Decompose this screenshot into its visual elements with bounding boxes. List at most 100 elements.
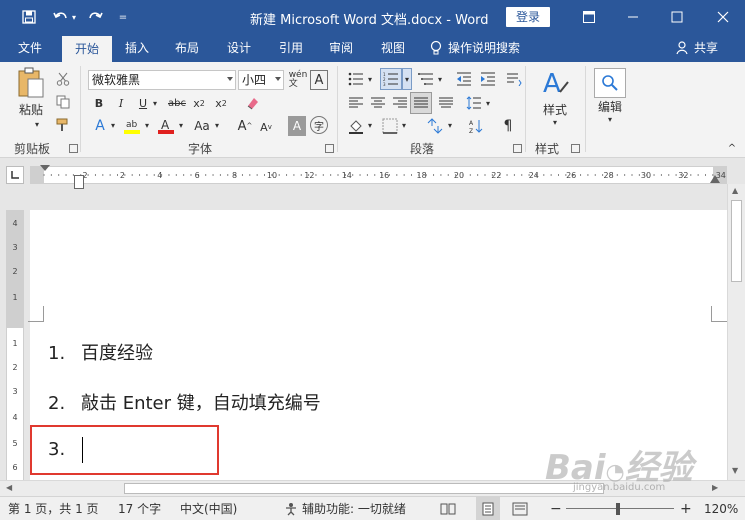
tab-view[interactable]: 视图 [372,34,414,62]
font-launcher-icon[interactable] [325,144,334,153]
highlight-color-icon[interactable]: ab [122,116,142,136]
vertical-scroll-thumb[interactable] [731,200,742,282]
font-name-combo[interactable]: 微软雅黑 [88,70,236,90]
increase-indent-icon[interactable] [478,70,498,88]
line-spacing-icon[interactable] [464,94,484,112]
text-effects-dropdown-icon[interactable]: ▾ [109,120,117,130]
sort-chinese-icon[interactable] [424,116,446,136]
clipboard-launcher-icon[interactable] [69,144,78,153]
numbering-icon[interactable]: 123 [380,68,402,90]
zoom-level[interactable]: 120% [704,497,738,520]
font-size-combo[interactable]: 小四 [238,70,284,90]
tab-home[interactable]: 开始 [62,36,112,62]
sort-icon[interactable]: AZ [466,116,486,136]
styles-button[interactable]: A 样式 ▾ [533,68,577,127]
paste-button[interactable]: 粘贴 [12,66,50,118]
redo-icon[interactable] [84,7,106,27]
change-case-dropdown-icon[interactable]: ▾ [213,120,221,130]
ribbon-display-options-icon[interactable] [566,0,611,34]
format-painter-icon[interactable] [54,116,72,134]
print-layout-icon[interactable] [476,497,500,520]
language-status[interactable]: 中文(中国) [180,497,237,520]
scroll-right-icon[interactable]: ▶ [712,483,718,492]
strikethrough-icon[interactable]: abc [166,94,188,112]
shading-icon[interactable] [346,116,366,136]
text-effects-icon[interactable]: A [91,116,109,136]
underline-icon[interactable]: U [135,94,151,112]
list-item[interactable]: 1. 百度经验 [48,339,153,365]
multilevel-dropdown-icon[interactable]: ▾ [436,74,444,84]
tab-review[interactable]: 审阅 [320,34,362,62]
distribute-icon[interactable] [436,94,456,112]
shrink-font-icon[interactable]: Av [258,118,274,136]
clear-formatting-icon[interactable] [242,94,262,112]
list-item[interactable]: 2. 敲击 Enter 键，自动填充编号 [48,389,321,415]
enclose-characters-icon[interactable]: 字 [310,116,328,134]
scroll-up-icon[interactable]: ▲ [732,186,738,195]
tab-file[interactable]: 文件 [6,34,54,62]
read-mode-icon[interactable] [440,497,456,520]
web-layout-icon[interactable] [512,497,528,520]
tab-selector[interactable] [6,166,24,184]
sort-chinese-dropdown-icon[interactable]: ▾ [446,120,454,130]
zoom-slider-thumb[interactable] [616,503,620,515]
bullets-dropdown-icon[interactable]: ▾ [366,74,374,84]
vertical-scrollbar[interactable]: ▲ ▼ [727,184,745,480]
page-count[interactable]: 第 1 页，共 1 页 [8,497,99,520]
hanging-indent-marker[interactable] [74,175,84,189]
change-case-icon[interactable]: Aa [190,116,214,136]
horizontal-ruler[interactable]: 2 2 4 6 8 10 12 14 16 18 20 22 24 26 28 30 32 34 [30,165,727,189]
tab-insert[interactable]: 插入 [116,34,158,62]
italic-icon[interactable]: I [113,94,129,112]
styles-launcher-icon[interactable] [571,144,580,153]
accessibility-status[interactable]: 辅助功能: 一切就绪 [284,497,406,520]
scroll-left-icon[interactable]: ◀ [6,483,12,492]
justify-icon[interactable] [410,92,432,114]
first-line-indent-marker[interactable] [40,165,50,171]
zoom-slider[interactable] [566,508,674,509]
underline-dropdown-icon[interactable]: ▾ [151,98,159,108]
chinese-layout-icon[interactable] [504,70,524,88]
share-button[interactable]: 共享 [676,34,718,62]
maximize-icon[interactable] [654,0,699,34]
zoom-in-icon[interactable]: + [680,497,692,520]
line-spacing-dropdown-icon[interactable]: ▾ [484,98,492,108]
borders-icon[interactable] [380,116,400,136]
numbering-dropdown-icon[interactable]: ▾ [402,68,412,90]
right-indent-marker[interactable] [710,175,720,183]
collapse-ribbon-icon[interactable]: ^ [726,142,738,154]
shading-dropdown-icon[interactable]: ▾ [366,120,374,130]
horizontal-scroll-thumb[interactable] [124,483,604,494]
editing-button[interactable]: 编辑 ▾ [592,68,628,124]
subscript-icon[interactable]: x2 [190,94,208,112]
save-icon[interactable] [18,7,40,27]
minimize-icon[interactable] [610,0,655,34]
tab-design[interactable]: 设计 [218,34,260,62]
zoom-out-icon[interactable]: − [550,497,562,520]
font-color-icon[interactable]: A [156,116,176,136]
align-right-icon[interactable] [390,94,410,112]
tell-me-search[interactable]: 操作说明搜索 [430,34,520,62]
character-border-icon[interactable]: A [310,70,328,90]
word-count[interactable]: 17 个字 [118,497,161,520]
borders-dropdown-icon[interactable]: ▾ [400,120,408,130]
customize-quick-access-icon[interactable]: = [112,7,134,27]
decrease-indent-icon[interactable] [454,70,474,88]
cut-icon[interactable] [54,70,72,88]
copy-icon[interactable] [54,93,72,111]
login-button[interactable]: 登录 [506,7,550,27]
close-icon[interactable] [700,0,745,34]
multilevel-list-icon[interactable] [416,70,436,88]
highlight-dropdown-icon[interactable]: ▾ [143,120,151,130]
font-color-dropdown-icon[interactable]: ▾ [177,120,185,130]
align-left-icon[interactable] [346,94,366,112]
phonetic-guide-icon[interactable]: wén 文 [288,70,308,90]
scroll-down-icon[interactable]: ▼ [732,466,738,475]
tab-references[interactable]: 引用 [270,34,312,62]
bold-icon[interactable]: B [91,94,107,112]
bullets-icon[interactable] [346,70,366,88]
show-marks-icon[interactable]: ¶ [498,116,518,136]
vertical-ruler[interactable]: 4 3 2 1 1 2 3 4 5 6 [6,210,24,480]
tab-layout[interactable]: 布局 [166,34,208,62]
paragraph-launcher-icon[interactable] [513,144,522,153]
